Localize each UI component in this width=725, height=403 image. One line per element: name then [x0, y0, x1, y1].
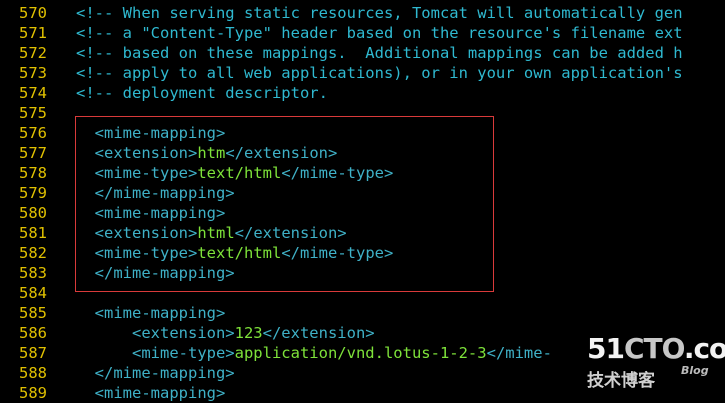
code-line[interactable]: 572 <!-- based on these mappings. Additio… [0, 43, 725, 63]
line-number: 572 [19, 44, 47, 62]
line-number: 576 [19, 124, 47, 142]
watermark-brand: 51CTO.com [587, 332, 725, 365]
line-number: 588 [19, 364, 47, 382]
line-code: <extension>123</extension> [76, 323, 375, 343]
element-value: application/vnd.lotus-1-2-3 [234, 344, 487, 362]
xml-tag: </mime-mapping> [76, 364, 235, 382]
line-number: 580 [19, 204, 47, 222]
xml-tag: <mime-mapping> [76, 304, 226, 322]
line-code: <!-- deployment descriptor. [76, 83, 328, 103]
line-number: 586 [19, 324, 47, 342]
line-number: 582 [19, 244, 47, 262]
line-code: <!-- apply to all web applications), or … [76, 63, 683, 83]
line-code: <!-- a "Content-Type" header based on th… [76, 23, 683, 43]
line-code: <!-- When serving static resources, Tomc… [76, 3, 683, 23]
comment-text: <!-- a "Content-Type" header based on th… [76, 24, 683, 42]
code-line[interactable]: 570 <!-- When serving static resources, T… [0, 3, 725, 23]
line-code: <mime-mapping> [76, 383, 226, 403]
element-value: 123 [234, 324, 263, 342]
xml-tag: <mime-mapping> [76, 384, 226, 402]
highlight-box [75, 116, 494, 292]
watermark-subtitle: 技术博客 [587, 371, 655, 391]
line-code: <mime-mapping> [76, 303, 226, 323]
xml-tag: <mime-type> [76, 344, 235, 362]
watermark-51: 51 [587, 332, 625, 365]
xml-tag: </extension> [262, 324, 375, 342]
line-number: 587 [19, 344, 47, 362]
line-number: 571 [19, 24, 47, 42]
xml-tag: <extension> [76, 324, 235, 342]
line-number: 585 [19, 304, 47, 322]
line-number: 579 [19, 184, 47, 202]
code-line[interactable]: 585 <mime-mapping> [0, 303, 725, 323]
comment-text: <!-- deployment descriptor. [76, 84, 328, 102]
line-code: </mime-mapping> [76, 363, 235, 383]
line-number: 581 [19, 224, 47, 242]
xml-tag: </mime- [486, 344, 552, 362]
line-number: 577 [19, 144, 47, 162]
line-number: 583 [19, 264, 47, 282]
comment-text: <!-- apply to all web applications), or … [76, 64, 683, 82]
line-code: <mime-type>application/vnd.lotus-1-2-3</… [76, 343, 552, 363]
code-line[interactable]: 571 <!-- a "Content-Type" header based on… [0, 23, 725, 43]
line-number: 575 [19, 104, 47, 122]
line-number: 570 [19, 4, 47, 22]
code-line[interactable]: 573 <!-- apply to all web applications), … [0, 63, 725, 83]
line-number: 574 [19, 84, 47, 102]
code-line[interactable]: 574 <!-- deployment descriptor. [0, 83, 725, 103]
line-number: 589 [19, 384, 47, 402]
line-code: <!-- based on these mappings. Additional… [76, 43, 683, 63]
line-number: 573 [19, 64, 47, 82]
comment-text: <!-- When serving static resources, Tomc… [76, 4, 683, 22]
watermark-logo: 51CTO.com 技术博客 Blog [587, 332, 725, 392]
comment-text: <!-- based on these mappings. Additional… [76, 44, 683, 62]
line-number: 584 [19, 284, 47, 302]
line-number: 578 [19, 164, 47, 182]
watermark-com: .com [683, 332, 725, 365]
watermark-blog: Blog [681, 364, 709, 377]
watermark-cto: CTO [623, 332, 685, 365]
